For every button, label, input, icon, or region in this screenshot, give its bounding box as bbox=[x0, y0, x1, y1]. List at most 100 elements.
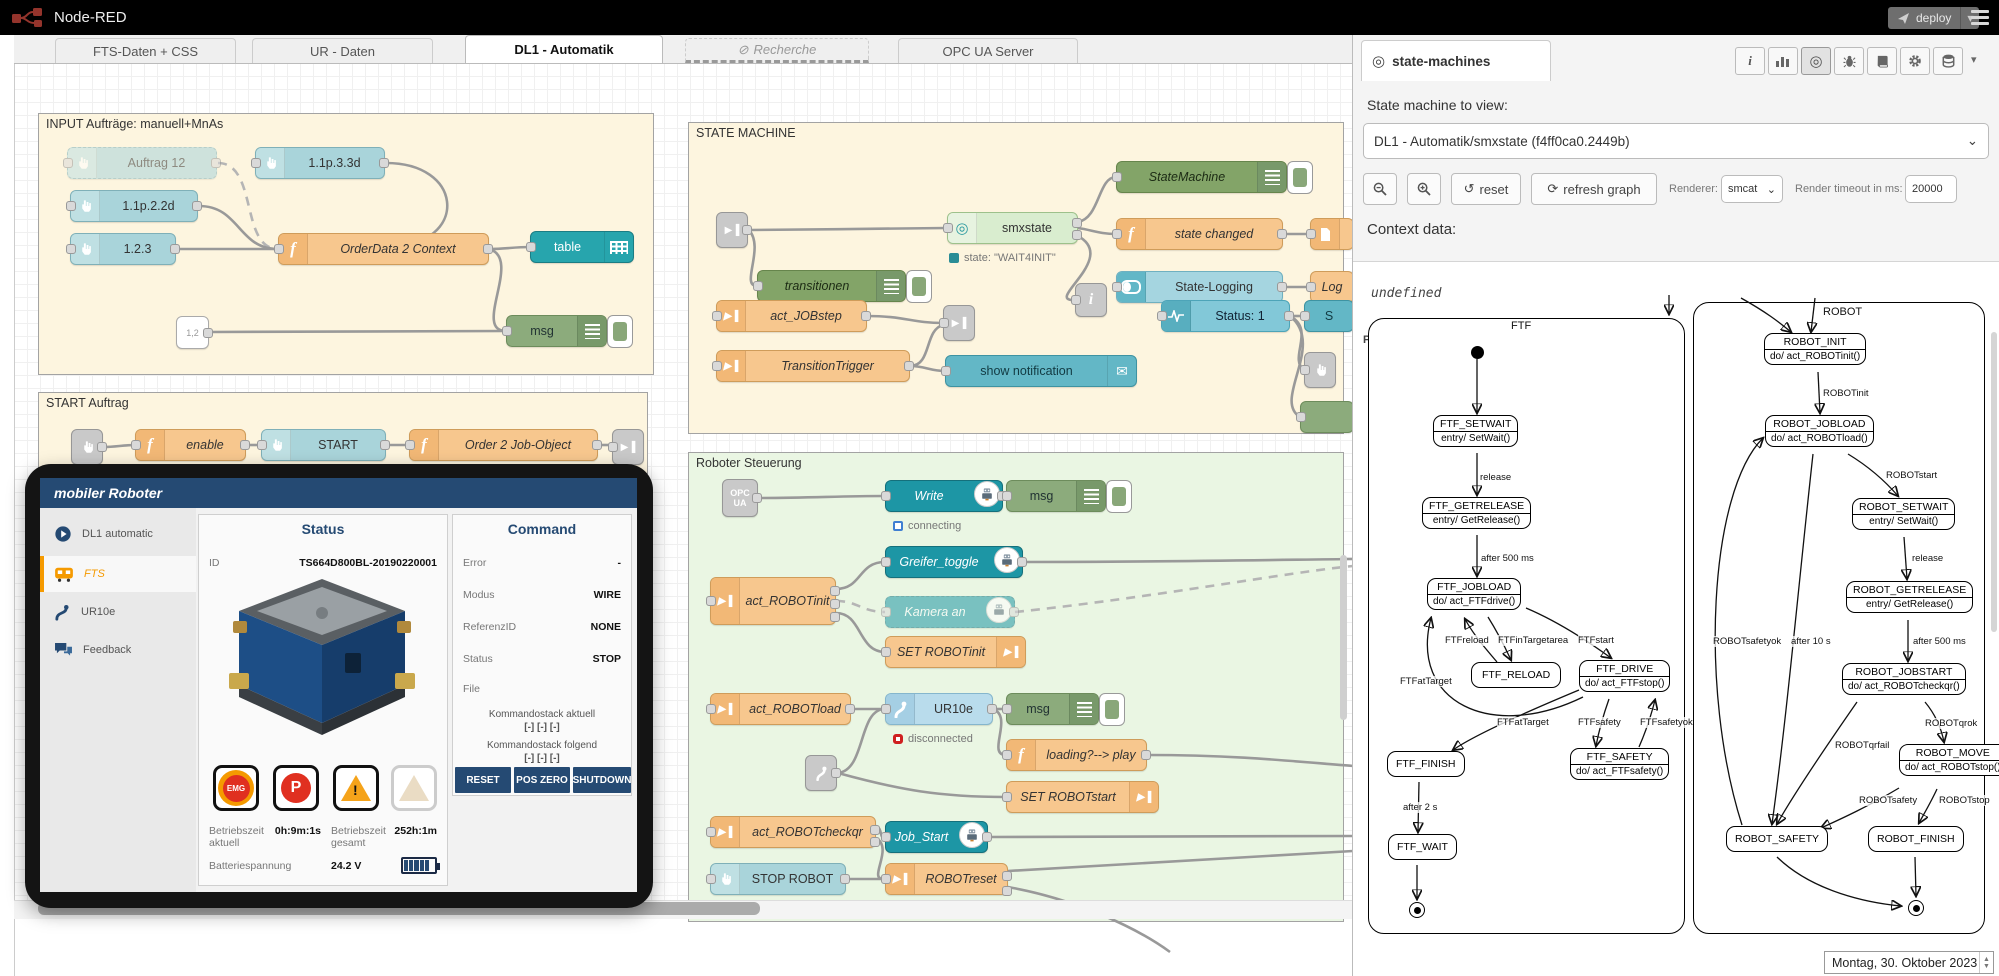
node-function-order2job[interactable]: f Order 2 Job-Object bbox=[409, 429, 598, 461]
node-smxstate[interactable]: ◎ smxstate bbox=[947, 212, 1078, 244]
node-partial-file[interactable] bbox=[1310, 218, 1354, 250]
node-ur-small[interactable] bbox=[805, 755, 837, 791]
info-tab-button[interactable]: i bbox=[1735, 47, 1765, 75]
node-inject-123[interactable]: 1.2.3 bbox=[70, 233, 176, 265]
node-link-out-set-robotstart[interactable]: SET ROBOTstart ▶▐ bbox=[1006, 781, 1159, 813]
pos-zero-button[interactable]: POS ZERO bbox=[514, 767, 570, 793]
node-ui-table[interactable]: table bbox=[530, 231, 634, 263]
deploy-button[interactable]: deploy ▾ bbox=[1888, 7, 1979, 29]
node-partial-s[interactable]: S bbox=[1304, 300, 1354, 332]
node-file-12[interactable]: 1,2 bbox=[176, 316, 209, 349]
debug-tab-button[interactable] bbox=[1834, 47, 1864, 75]
reset-graph-button[interactable]: ↺reset bbox=[1451, 173, 1521, 205]
node-inject-small[interactable] bbox=[71, 429, 103, 465]
tab-fts-daten[interactable]: FTS-Daten + CSS bbox=[55, 38, 236, 63]
reset-button[interactable]: RESET bbox=[455, 767, 511, 793]
robot-arm-icon bbox=[54, 604, 71, 621]
zoom-out-button[interactable] bbox=[1363, 173, 1397, 205]
timeout-label: Render timeout in ms: bbox=[1795, 183, 1903, 195]
state-ftf-setwait: FTF_SETWAITentry/ SetWait() bbox=[1433, 415, 1518, 447]
date-input[interactable]: Montag, 30. Oktober 2023 ▲▼ bbox=[1824, 951, 1994, 974]
node-debug-msg-ur[interactable]: msg bbox=[1006, 693, 1099, 725]
inactive-warning-button[interactable] bbox=[391, 765, 437, 811]
node-link-out-set-robotinit[interactable]: SET ROBOTinit ▶▐ bbox=[885, 636, 1026, 668]
node-function-loading-play[interactable]: f loading?--> play bbox=[1006, 739, 1147, 771]
node-partial-log[interactable]: Log bbox=[1310, 271, 1354, 303]
tab-ur-daten[interactable]: UR - Daten bbox=[252, 38, 433, 63]
node-function-state-changed[interactable]: f state changed bbox=[1116, 218, 1283, 250]
node-switch-state-logging[interactable]: State-Logging bbox=[1116, 271, 1283, 303]
node-robot-job-start[interactable]: Job_Start bbox=[885, 821, 988, 853]
node-link-robotreset[interactable]: ▶▐ ROBOTreset bbox=[885, 863, 1008, 895]
debug-toggle-button[interactable] bbox=[1106, 480, 1132, 513]
nav-fts[interactable]: FTS bbox=[40, 556, 196, 592]
sidebar-tab-state-machines[interactable]: ◎ state-machines bbox=[1361, 40, 1551, 81]
node-inject-11p33d[interactable]: 1.1p.3.3d bbox=[255, 147, 385, 179]
debug-toggle-button[interactable] bbox=[607, 315, 633, 348]
refresh-graph-button[interactable]: ⟳refresh graph bbox=[1531, 173, 1657, 205]
debug-toggle-button[interactable] bbox=[906, 270, 932, 303]
node-info[interactable]: i bbox=[1075, 283, 1107, 317]
node-function-enable[interactable]: f enable bbox=[135, 429, 246, 461]
node-inject-stop-robot[interactable]: STOP ROBOT bbox=[710, 863, 846, 895]
nav-dl1-automatic[interactable]: DL1 automatic bbox=[40, 516, 196, 552]
node-robot-kamera-an[interactable]: Kamera an bbox=[885, 596, 1015, 628]
node-link-act-jobstep[interactable]: ▶▐ act_JOBstep bbox=[716, 300, 867, 332]
node-debug-transitionen[interactable]: transitionen bbox=[757, 270, 906, 302]
tab-recherche[interactable]: ⊘Recherche bbox=[685, 38, 869, 63]
brake-button[interactable]: P bbox=[273, 765, 319, 811]
sidebar-more-caret[interactable]: ▾ bbox=[1971, 53, 1977, 66]
node-robot-greifer-toggle[interactable]: Greifer_toggle bbox=[885, 546, 1023, 578]
node-red-logo-icon bbox=[12, 7, 44, 29]
node-show-notification[interactable]: show notification ✉ bbox=[945, 355, 1137, 387]
emg-button[interactable]: EMG bbox=[213, 765, 259, 811]
renderer-select[interactable]: smcat⌄ bbox=[1721, 175, 1783, 203]
node-debug-msg-input[interactable]: msg bbox=[506, 315, 607, 347]
node-link-act-robotload[interactable]: ▶▐ act_ROBOTload bbox=[710, 693, 851, 725]
debug-toggle-button[interactable] bbox=[1287, 161, 1313, 194]
node-inject-11p22d[interactable]: 1.1p.2.2d bbox=[70, 190, 198, 222]
v-scrollbar-thumb[interactable] bbox=[1340, 555, 1347, 720]
state-robot-jobstart: ROBOT_JOBSTARTdo/ act_ROBOTcheckqr() bbox=[1842, 663, 1966, 695]
tab-dl1-automatik[interactable]: DL1 - Automatik bbox=[465, 35, 663, 63]
node-link-out-start[interactable]: ▶▐ bbox=[612, 429, 644, 465]
node-inject-auftrag12[interactable]: Auftrag 12 bbox=[67, 147, 217, 179]
node-link-square[interactable]: ▶▐ bbox=[943, 305, 975, 341]
chart-tab-button[interactable] bbox=[1768, 47, 1798, 75]
sidebar-scrollbar-thumb[interactable] bbox=[1991, 332, 1997, 632]
node-link-act-robotcheckqr[interactable]: ▶▐ act_ROBOTcheckqr bbox=[710, 816, 876, 848]
warning-button[interactable]: ! bbox=[333, 765, 379, 811]
zoom-in-button[interactable] bbox=[1407, 173, 1441, 205]
node-debug-msg-write[interactable]: msg bbox=[1006, 480, 1106, 512]
node-partial-debug[interactable] bbox=[1300, 401, 1354, 433]
node-partial-inject[interactable] bbox=[1304, 352, 1336, 388]
state-machine-tab-button[interactable]: ◎ bbox=[1801, 47, 1831, 75]
help-tab-button[interactable] bbox=[1867, 47, 1897, 75]
node-link-act-robotinit[interactable]: ▶▐ act_ROBOTinit bbox=[710, 577, 836, 625]
node-ur10e[interactable]: UR10e bbox=[885, 693, 993, 725]
date-spinner[interactable]: ▲▼ bbox=[1979, 952, 1993, 973]
node-function-orderdata[interactable]: f OrderData 2 Context bbox=[278, 233, 489, 265]
node-link-in-sm[interactable]: ▶▐ bbox=[716, 212, 748, 248]
state-graph-area[interactable]: undefined Pan: Click+drag / Zoom: Mousew… bbox=[1353, 262, 1999, 976]
debug-toggle-button[interactable] bbox=[1099, 693, 1125, 726]
status-panel: Status IDTS664D800BL-20190220001 bbox=[198, 514, 448, 886]
node-inject-start[interactable]: START bbox=[261, 429, 386, 461]
timeout-input[interactable]: 20000 bbox=[1905, 175, 1957, 203]
node-debug-statemachine[interactable]: StateMachine bbox=[1116, 161, 1287, 193]
ur-robot-icon bbox=[815, 765, 827, 781]
node-status-1[interactable]: Status: 1 bbox=[1161, 300, 1290, 332]
nav-ur10e[interactable]: UR10e bbox=[40, 594, 196, 630]
main-menu-button[interactable] bbox=[1970, 8, 1990, 27]
node-link-transitiontrigger[interactable]: ▶▐ TransitionTrigger bbox=[716, 350, 910, 382]
node-robot-write[interactable]: Write bbox=[885, 480, 1003, 512]
group-roboter-steuerung: Roboter Steuerung bbox=[688, 452, 1344, 922]
context-tab-button[interactable] bbox=[1933, 47, 1963, 75]
node-opcua[interactable]: OPC UA bbox=[722, 479, 758, 517]
tab-opc-ua-server[interactable]: OPC UA Server bbox=[898, 38, 1078, 63]
shutdown-button[interactable]: SHUTDOWN bbox=[573, 767, 631, 793]
state-machine-select[interactable]: DL1 - Automatik/smxstate (f4ff0ca0.2449b… bbox=[1363, 123, 1989, 159]
config-tab-button[interactable] bbox=[1900, 47, 1930, 75]
nav-feedback[interactable]: Feedback bbox=[40, 632, 196, 668]
link-icon: ▶▐ bbox=[725, 225, 740, 236]
